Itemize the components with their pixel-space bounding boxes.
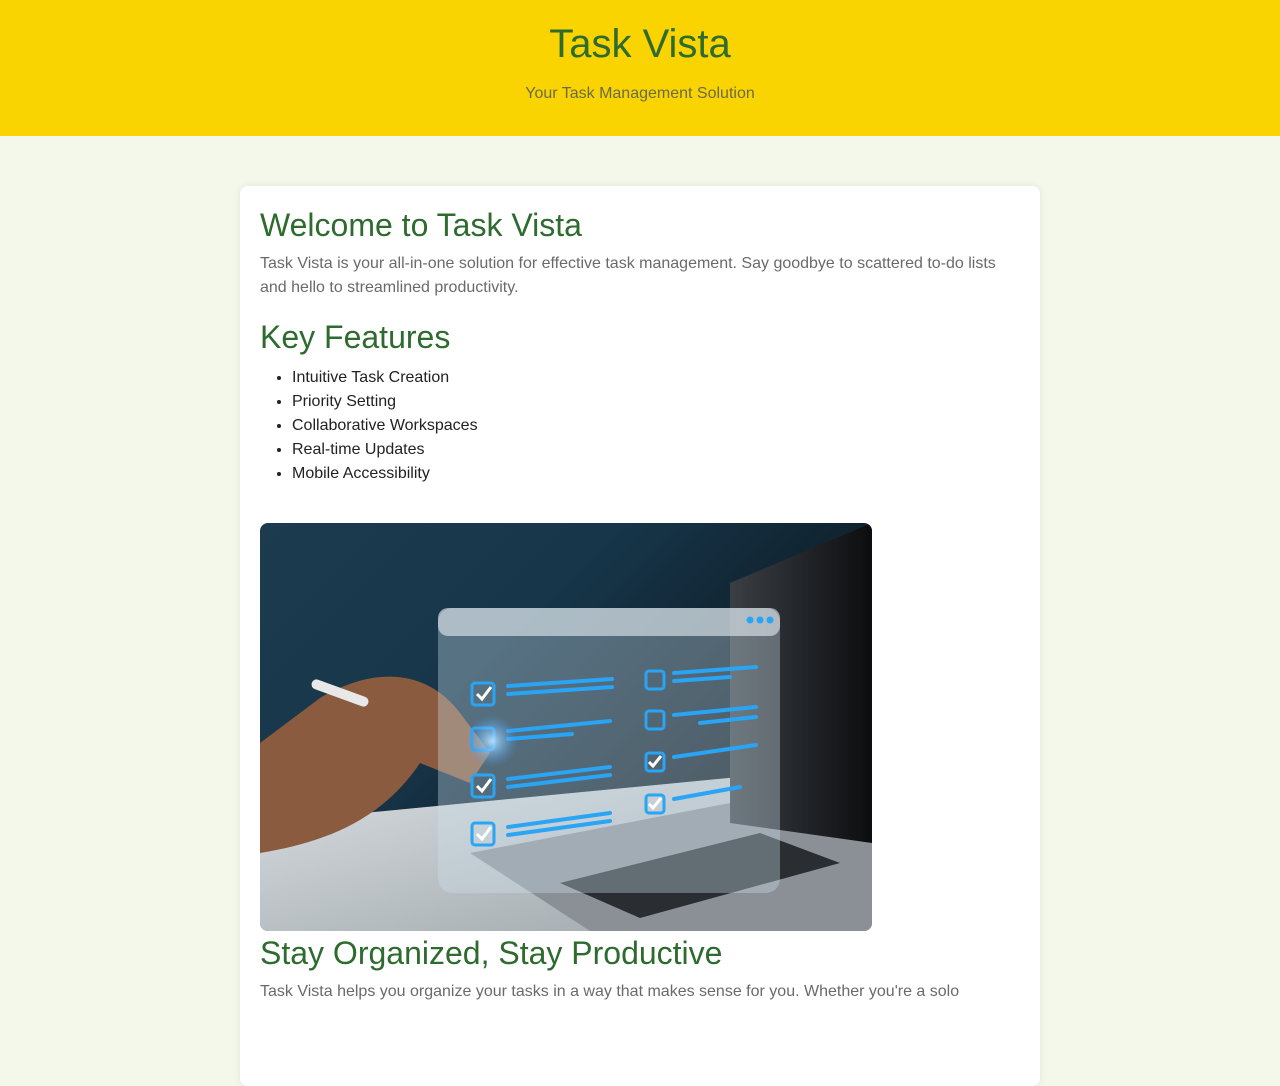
welcome-heading: Welcome to Task Vista [260,207,582,243]
feature-item: Real-time Updates [292,438,1020,462]
feature-item: Mobile Accessibility [292,462,1020,486]
hero-image [260,523,872,931]
stay-text: Task Vista helps you organize your tasks… [260,983,960,1000]
content-card: Welcome to Task Vista Task Vista is your… [240,186,1040,1086]
site-title: Task Vista [549,22,731,66]
features-heading: Key Features [260,319,451,355]
site-subtitle: Your Task Management Solution [525,85,755,102]
checklist-photo-icon [260,523,872,931]
feature-item: Collaborative Workspaces [292,414,1020,438]
site-header: Task Vista Your Task Management Solution [0,0,1280,136]
welcome-text: Task Vista is your all-in-one solution f… [260,255,996,296]
stay-heading: Stay Organized, Stay Productive [260,935,723,971]
feature-item: Priority Setting [292,390,1020,414]
feature-item: Intuitive Task Creation [292,366,1020,390]
features-list: Intuitive Task Creation Priority Setting… [260,366,1020,486]
